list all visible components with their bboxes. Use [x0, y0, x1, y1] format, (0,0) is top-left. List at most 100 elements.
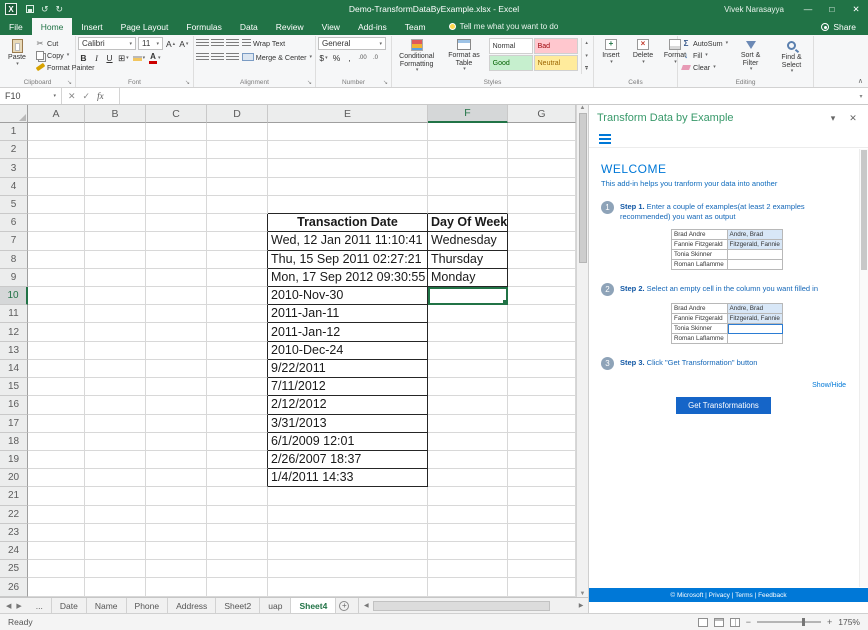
- cell-B26[interactable]: [85, 578, 146, 596]
- format-as-table-button[interactable]: Format as Table▾: [441, 37, 486, 72]
- cell-F13[interactable]: [428, 342, 508, 360]
- cell-F2[interactable]: [428, 141, 508, 159]
- cell-F12[interactable]: [428, 323, 508, 341]
- cell-D20[interactable]: [207, 469, 268, 487]
- cell-D2[interactable]: [207, 141, 268, 159]
- conditional-formatting-button[interactable]: Conditional Formatting▾: [394, 37, 439, 73]
- cell-A17[interactable]: [28, 415, 85, 433]
- scroll-up-icon[interactable]: ▲: [580, 105, 586, 111]
- cell-F10[interactable]: [428, 287, 508, 305]
- number-format-select[interactable]: General▾: [318, 37, 386, 50]
- cell-A3[interactable]: [28, 159, 85, 177]
- cell-E12[interactable]: 2011-Jan-12: [268, 323, 428, 341]
- cell-A22[interactable]: [28, 506, 85, 524]
- row-header-24[interactable]: 24: [0, 542, 28, 560]
- cell-E9[interactable]: Mon, 17 Sep 2012 09:30:55: [268, 269, 428, 287]
- row-header-12[interactable]: 12: [0, 323, 28, 341]
- close-button[interactable]: ✕: [844, 0, 868, 18]
- cell-G18[interactable]: [508, 433, 576, 451]
- cell-C12[interactable]: [146, 323, 207, 341]
- row-header-2[interactable]: 2: [0, 141, 28, 159]
- row-header-9[interactable]: 9: [0, 269, 28, 287]
- zoom-slider-thumb[interactable]: [802, 618, 805, 626]
- sheet-tab-name[interactable]: Name: [87, 598, 127, 613]
- sheet-tab-sheet2[interactable]: Sheet2: [216, 598, 260, 613]
- comma-style-button[interactable]: ,: [344, 52, 355, 64]
- show-hide-link[interactable]: Show/Hide: [601, 382, 846, 389]
- cell-A19[interactable]: [28, 451, 85, 469]
- number-dialog-launcher-icon[interactable]: ↘: [383, 79, 388, 86]
- cell-A15[interactable]: [28, 378, 85, 396]
- cell-A14[interactable]: [28, 360, 85, 378]
- row-header-5[interactable]: 5: [0, 196, 28, 214]
- cell-A20[interactable]: [28, 469, 85, 487]
- row-header-3[interactable]: 3: [0, 159, 28, 177]
- cell-F1[interactable]: [428, 123, 508, 141]
- cell-E15[interactable]: 7/11/2012: [268, 378, 428, 396]
- cell-G1[interactable]: [508, 123, 576, 141]
- cell-G11[interactable]: [508, 305, 576, 323]
- cell-D13[interactable]: [207, 342, 268, 360]
- tab-review[interactable]: Review: [267, 18, 313, 35]
- tab-team[interactable]: Team: [396, 18, 435, 35]
- cell-F3[interactable]: [428, 159, 508, 177]
- row-header-8[interactable]: 8: [0, 251, 28, 269]
- align-center-icon[interactable]: [211, 53, 224, 62]
- cell-G26[interactable]: [508, 578, 576, 596]
- cell-F23[interactable]: [428, 524, 508, 542]
- cell-B21[interactable]: [85, 487, 146, 505]
- zoom-slider[interactable]: [757, 621, 821, 623]
- cell-E17[interactable]: 3/31/2013: [268, 415, 428, 433]
- cell-D22[interactable]: [207, 506, 268, 524]
- cell-B2[interactable]: [85, 141, 146, 159]
- cell-F24[interactable]: [428, 542, 508, 560]
- task-pane-dropdown-icon[interactable]: ▾: [826, 113, 840, 124]
- normal-view-icon[interactable]: [698, 618, 708, 627]
- cell-D11[interactable]: [207, 305, 268, 323]
- cell-C1[interactable]: [146, 123, 207, 141]
- cell-G24[interactable]: [508, 542, 576, 560]
- task-pane-close-icon[interactable]: ✕: [846, 113, 860, 124]
- cell-C18[interactable]: [146, 433, 207, 451]
- cell-G25[interactable]: [508, 560, 576, 578]
- hscroll-left-icon[interactable]: ◀: [361, 602, 371, 609]
- zoom-out-icon[interactable]: −: [746, 617, 751, 627]
- clear-button[interactable]: Clear▾: [680, 61, 729, 73]
- row-header-1[interactable]: 1: [0, 123, 28, 141]
- insert-function-icon[interactable]: fx: [97, 91, 104, 101]
- row-header-4[interactable]: 4: [0, 178, 28, 196]
- merge-center-button[interactable]: Merge & Center▾: [241, 51, 313, 63]
- cell-E21[interactable]: [268, 487, 428, 505]
- cell-G8[interactable]: [508, 251, 576, 269]
- cell-B22[interactable]: [85, 506, 146, 524]
- cell-D8[interactable]: [207, 251, 268, 269]
- cell-G6[interactable]: [508, 214, 576, 232]
- page-break-view-icon[interactable]: [730, 618, 740, 627]
- cell-F26[interactable]: [428, 578, 508, 596]
- cell-F14[interactable]: [428, 360, 508, 378]
- sheet-next-icon[interactable]: ▶: [16, 602, 21, 610]
- cell-F5[interactable]: [428, 196, 508, 214]
- find-select-button[interactable]: Find & Select▾: [772, 37, 811, 74]
- cell-C21[interactable]: [146, 487, 207, 505]
- fill-button[interactable]: ↓Fill▾: [680, 49, 729, 61]
- row-header-17[interactable]: 17: [0, 415, 28, 433]
- cell-C8[interactable]: [146, 251, 207, 269]
- cell-style-normal[interactable]: Normal: [489, 38, 533, 54]
- cell-C14[interactable]: [146, 360, 207, 378]
- cell-E24[interactable]: [268, 542, 428, 560]
- cell-G13[interactable]: [508, 342, 576, 360]
- cell-style-bad[interactable]: Bad: [534, 38, 578, 54]
- cell-G19[interactable]: [508, 451, 576, 469]
- font-size-select[interactable]: 11▾: [138, 37, 163, 50]
- cell-A10[interactable]: [28, 287, 85, 305]
- cell-B17[interactable]: [85, 415, 146, 433]
- cell-F20[interactable]: [428, 469, 508, 487]
- cell-C22[interactable]: [146, 506, 207, 524]
- cell-style-neutral[interactable]: Neutral: [534, 55, 578, 71]
- cell-F6[interactable]: Day Of Week: [428, 214, 508, 232]
- cell-E7[interactable]: Wed, 12 Jan 2011 11:10:41: [268, 232, 428, 250]
- row-header-22[interactable]: 22: [0, 506, 28, 524]
- cell-G3[interactable]: [508, 159, 576, 177]
- increase-decimal-button[interactable]: .00: [357, 52, 368, 64]
